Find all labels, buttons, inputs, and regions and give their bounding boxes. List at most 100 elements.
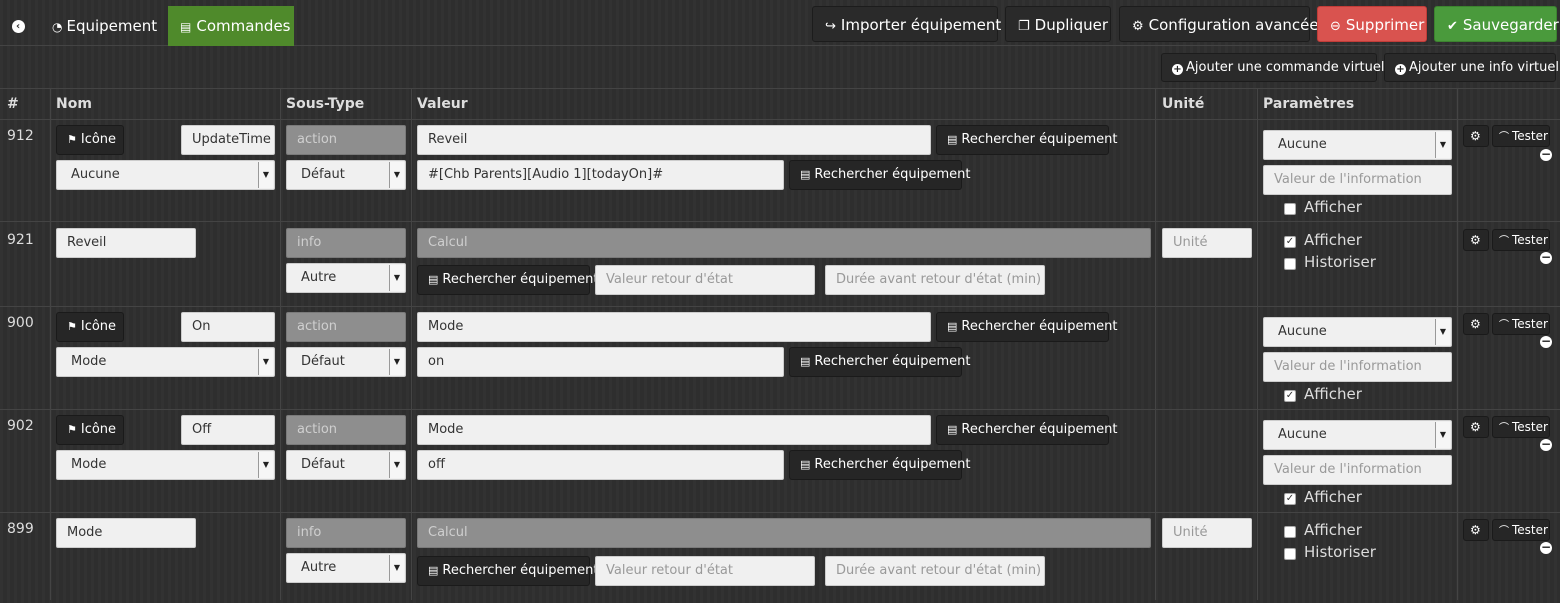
chevron-down-icon: ▼ [1435,319,1450,345]
tab-equipement[interactable]: ◔ Equipement [40,6,169,46]
param-select[interactable]: Aucune ▼ [1263,420,1452,450]
unit-input[interactable]: Unité [1162,228,1252,258]
scope-select[interactable]: Mode ▼ [56,450,275,480]
remove-row-icon[interactable]: − [1540,541,1552,554]
delete-button[interactable]: ⊖ Supprimer [1317,6,1427,42]
cogs-icon: ⚙ [1470,420,1481,434]
test-button[interactable]: ⌒ Tester [1492,229,1550,251]
subtype-select[interactable]: Défaut ▼ [286,160,406,190]
param-select[interactable]: Aucune ▼ [1263,130,1452,160]
subtype-select[interactable]: Défaut ▼ [286,450,406,480]
cogs-icon: ⚙ [1470,129,1481,143]
test-button[interactable]: ⌒ Tester [1492,313,1550,335]
chevron-down-icon: ▼ [389,349,404,375]
config-button[interactable]: ⚙ [1463,519,1489,541]
info-value-input[interactable]: Valeur de l'information [1263,165,1452,195]
search-equipment-button[interactable]: ▤ Rechercher équipement [936,312,1118,342]
top-toolbar: ‹ ◔ Equipement ▤ Commandes ↪ Importer équip… [0,0,1560,46]
info-value-input[interactable]: Valeur de l'information [1263,455,1452,485]
subtype-select[interactable]: Défaut ▼ [286,347,406,377]
test-button[interactable]: ⌒ Tester [1492,125,1550,147]
show-checkbox[interactable]: ✓ [1284,390,1296,402]
config-button[interactable]: ⚙ [1463,416,1489,438]
search-equipment-button[interactable]: ▤ Rechercher équipement [789,347,971,377]
add-virtual-command-button[interactable]: + Ajouter une commande virtuelle [1161,53,1396,82]
check-circle-icon: ✔ [1447,19,1458,34]
command-name-input[interactable]: Mode [56,518,196,548]
command-name-input[interactable]: Reveil [56,228,196,258]
show-checkbox[interactable]: ✓ [1284,236,1296,248]
remove-row-icon[interactable]: − [1540,335,1552,348]
history-label: Historiser [1304,253,1376,271]
scope-select[interactable]: Mode ▼ [56,347,275,377]
info-value-input[interactable]: Valeur de l'information [1263,352,1452,382]
search-equipment-button[interactable]: ▤ Rechercher équipement [936,415,1118,445]
search-equipment-button[interactable]: ▤ Rechercher équipement [417,556,599,586]
chevron-down-icon: ▼ [1435,422,1450,448]
value-input[interactable]: Mode [417,312,931,342]
icon-picker-button[interactable]: ⚑ Icône [56,125,124,155]
search-equipment-button[interactable]: ▤ Rechercher équipement [789,450,971,480]
remove-row-icon[interactable]: − [1540,148,1552,161]
col-divider [1257,89,1258,600]
list-icon: ▤ [947,423,958,436]
subtype-select[interactable]: Autre ▼ [286,553,406,583]
unit-input[interactable]: Unité [1162,518,1252,548]
calc-textarea[interactable]: Calcul [417,518,1151,548]
history-label: Historiser [1304,543,1376,561]
show-checkbox[interactable]: ✓ [1284,493,1296,505]
remove-row-icon[interactable]: − [1540,251,1552,264]
search-equipment-button[interactable]: ▤ Rechercher équipement [789,160,971,190]
advanced-config-button[interactable]: ⚙ Configuration avancée [1119,6,1319,42]
value-input[interactable]: Reveil [417,125,931,155]
calc-textarea[interactable]: Calcul [417,228,1151,258]
list-icon: ▤ [800,355,811,368]
config-button[interactable]: ⚙ [1463,313,1489,335]
show-checkbox[interactable] [1284,203,1296,215]
list-icon: ▤ [428,564,439,577]
icon-picker-button[interactable]: ⚑ Icône [56,415,124,445]
value-input[interactable]: Mode [417,415,931,445]
history-checkbox[interactable] [1284,548,1296,560]
state-return-input[interactable]: Valeur retour d'état [595,556,815,586]
command-name-input[interactable]: Off [181,415,275,445]
save-button[interactable]: ✔ Sauvegarder [1434,6,1559,42]
row-divider [0,306,1560,307]
command-name-input[interactable]: UpdateTime [181,125,275,155]
config-button[interactable]: ⚙ [1463,229,1489,251]
tab-commandes[interactable]: ▤ Commandes [168,6,294,46]
duplicate-button[interactable]: ❐ Dupliquer [1005,6,1111,42]
col-divider [280,89,281,600]
row-id: 921 [7,232,34,248]
back-button[interactable]: ‹ [6,13,30,37]
value-input[interactable]: on [417,347,784,377]
subtype-select[interactable]: Autre ▼ [286,263,406,293]
scope-select[interactable]: Aucune ▼ [56,160,275,190]
col-divider [411,89,412,600]
col-header-name: Nom [56,96,92,112]
value-input[interactable]: #[Chb Parents][Audio 1][todayOn]# [417,160,784,190]
value-input[interactable]: off [417,450,784,480]
search-equipment-button[interactable]: ▤ Rechercher équipement [936,125,1118,155]
icon-picker-button[interactable]: ⚑ Icône [56,312,124,342]
import-equipment-button[interactable]: ↪ Importer équipement [812,6,1001,42]
chevron-down-icon: ▼ [1435,132,1450,158]
command-name-input[interactable]: On [181,312,275,342]
delay-input[interactable]: Durée avant retour d'état (min) [825,556,1045,586]
test-button[interactable]: ⌒ Tester [1492,519,1550,541]
col-header-value: Valeur [417,96,468,112]
share-icon: ↪ [825,19,836,34]
chevron-down-icon: ▼ [389,452,404,478]
remove-row-icon[interactable]: − [1540,438,1552,451]
row-divider [0,409,1560,410]
search-equipment-button[interactable]: ▤ Rechercher équipement [417,265,599,295]
state-return-input[interactable]: Valeur retour d'état [595,265,815,295]
param-select[interactable]: Aucune ▼ [1263,317,1452,347]
delay-input[interactable]: Durée avant retour d'état (min) [825,265,1045,295]
config-button[interactable]: ⚙ [1463,125,1489,147]
add-virtual-info-button[interactable]: + Ajouter une info virtuelle [1384,53,1560,82]
row-id: 902 [7,418,34,434]
history-checkbox[interactable] [1284,258,1296,270]
test-button[interactable]: ⌒ Tester [1492,416,1550,438]
show-checkbox[interactable] [1284,526,1296,538]
